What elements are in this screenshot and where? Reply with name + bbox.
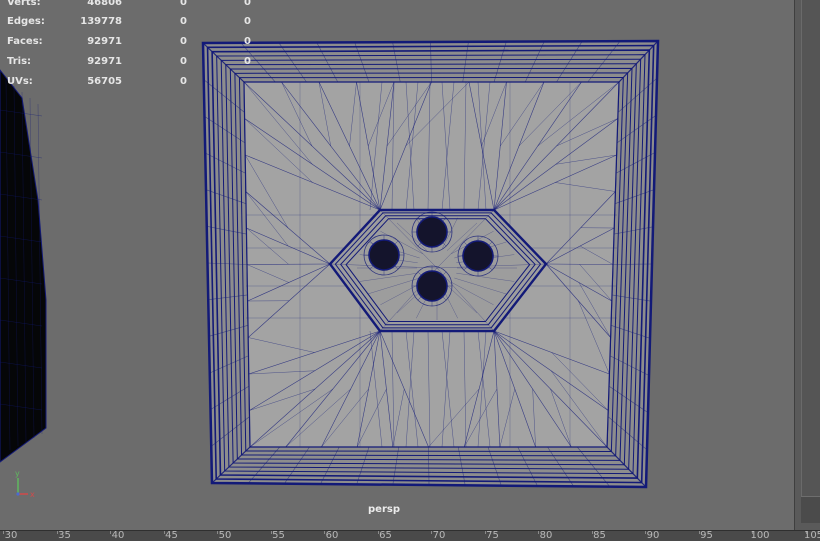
x-axis-label: x: [30, 490, 35, 499]
z-axis-dot: [16, 492, 19, 495]
hud-selected: 0: [160, 56, 187, 67]
timeline-tick-label: 85: [593, 530, 606, 541]
hole: [463, 241, 493, 271]
time-slider[interactable]: 30 35 40 45 50 55 60 65 70 75 80 85 90 95 100 105: [0, 530, 820, 541]
hole: [417, 271, 447, 301]
timeline-tick-label: 65: [379, 530, 392, 541]
hud-component: 0: [230, 36, 251, 47]
hud-row-faces: Faces: 92971 0 0: [0, 36, 260, 50]
timeline-tick-label: 90: [647, 530, 660, 541]
hud-row-tris: Tris: 92971 0 0: [0, 56, 260, 70]
right-side-panel[interactable]: [794, 0, 820, 530]
viewport-persp[interactable]: Verts: 46806 0 0 Edges: 139778 0 0 Faces…: [0, 0, 794, 530]
hud-total: 56705: [60, 76, 122, 87]
axis-gizmo-icon: y x: [8, 470, 48, 502]
timeline-tick-label: 35: [58, 530, 71, 541]
hud-total: 139778: [60, 16, 122, 27]
hud-label: Edges:: [7, 16, 45, 27]
hud-total: 92971: [60, 56, 122, 67]
timeline-tick-label: 40: [112, 530, 125, 541]
heads-up-display-poly-count: Verts: 46806 0 0 Edges: 139778 0 0 Faces…: [0, 0, 260, 92]
hud-label: UVs:: [7, 76, 33, 87]
hud-selected: 0: [160, 0, 187, 8]
hole: [369, 240, 399, 270]
timeline-tick-label: 45: [165, 530, 178, 541]
hud-row-verts: Verts: 46806 0 0: [0, 0, 260, 11]
camera-name-label: persp: [364, 504, 404, 515]
right-panel-slot[interactable]: [801, 496, 820, 523]
hud-component: 0: [230, 0, 251, 8]
timeline-tick-label: 80: [540, 530, 553, 541]
hud-selected: 0: [160, 76, 187, 87]
timeline-tick-label: 60: [326, 530, 339, 541]
hud-total: 46806: [60, 0, 122, 8]
timeline-tick-label: 75: [486, 530, 499, 541]
timeline-tick-label: 55: [272, 530, 285, 541]
hud-total: 92971: [60, 36, 122, 47]
hud-label: Tris:: [7, 56, 31, 67]
hud-selected: 0: [160, 36, 187, 47]
hud-component: 0: [230, 56, 251, 67]
timeline-tick-label: 50: [219, 530, 232, 541]
hole: [417, 217, 447, 247]
hud-selected: 0: [160, 16, 187, 27]
timeline-tick-label: 95: [700, 530, 713, 541]
hud-row-uvs: UVs: 56705 0: [0, 76, 260, 90]
hud-label: Faces:: [7, 36, 43, 47]
right-panel-strip: [801, 0, 820, 522]
hud-component: 0: [230, 16, 251, 27]
left-object-silhouette: [0, 70, 46, 462]
hud-row-edges: Edges: 139778 0 0: [0, 16, 260, 30]
timeline-tick-label: 30: [5, 530, 18, 541]
hud-label: Verts:: [7, 0, 41, 8]
timeline-tick-label: 70: [433, 530, 446, 541]
y-axis-label: y: [15, 470, 20, 478]
timeline-tick-label: 105: [804, 530, 820, 541]
timeline-tick-label: 100: [750, 530, 769, 541]
